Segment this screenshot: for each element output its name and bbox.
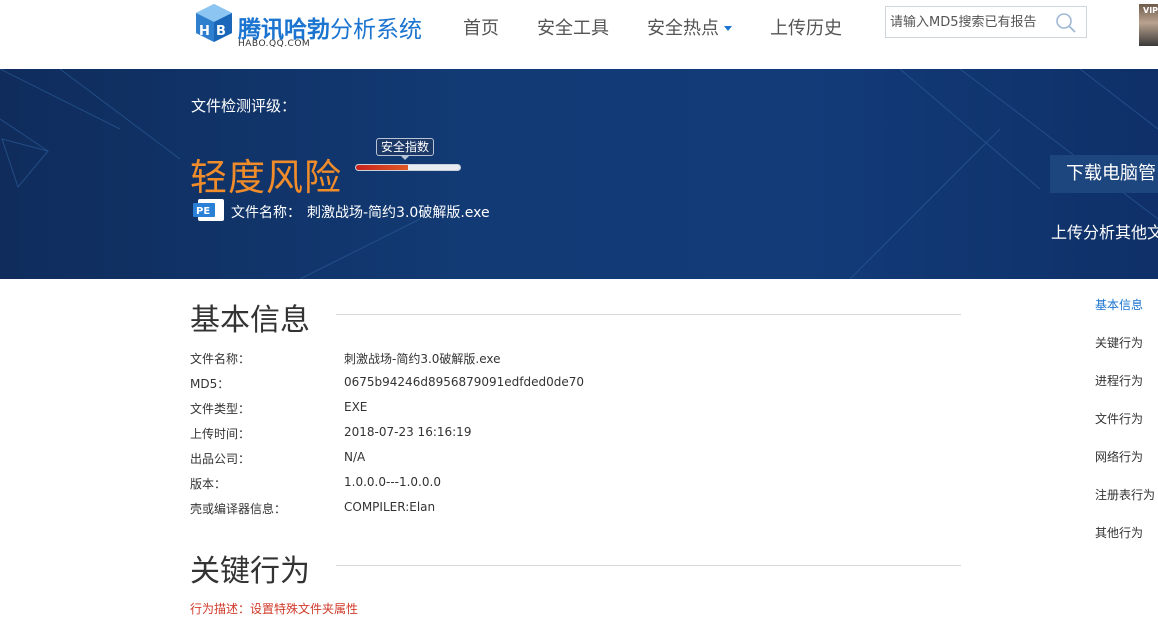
info-row-compiler: 壳或编译器信息： COMPILER:Elan xyxy=(190,500,890,520)
upload-other-file-link[interactable]: 上传分析其他文 xyxy=(1051,219,1158,243)
nav-item-label: 安全工具 xyxy=(537,18,609,39)
md5-search-input[interactable] xyxy=(890,13,1050,31)
main-nav: 首页 安全工具 安全热点 上传历史 xyxy=(463,14,880,40)
side-nav-network-behavior[interactable]: 网络行为 xyxy=(1095,448,1143,465)
risk-level: 轻度风险 xyxy=(190,156,342,199)
info-row-file-name: 文件名称： 刺激战场-简约3.0破解版.exe xyxy=(190,350,890,370)
info-key: 上传时间： xyxy=(190,427,251,441)
nav-item-security-tools[interactable]: 安全工具 xyxy=(537,14,609,40)
side-nav-registry-behavior[interactable]: 注册表行为 xyxy=(1095,486,1155,503)
basic-info-divider xyxy=(336,314,961,315)
svg-text:H: H xyxy=(199,24,210,39)
vip-badge: VIP xyxy=(1143,6,1158,15)
info-value: 1.0.0.0---1.0.0.0 xyxy=(344,475,441,489)
safety-index-meter xyxy=(355,164,461,171)
side-nav-process-behavior[interactable]: 进程行为 xyxy=(1095,372,1143,389)
logo-subtitle: HABO.QQ.COM xyxy=(238,39,311,49)
info-value: 2018-07-23 16:16:19 xyxy=(344,425,472,439)
search-box xyxy=(885,6,1087,38)
info-key: 版本： xyxy=(190,477,227,491)
detection-banner: 文件检测评级： 轻度风险 安全指数 PE 文件名称： 刺激战场-简约3.0破解版.… xyxy=(0,69,1158,279)
nav-item-label: 安全热点 xyxy=(647,18,719,39)
side-nav-file-behavior[interactable]: 文件行为 xyxy=(1095,410,1143,427)
pe-file-icon: PE xyxy=(193,199,224,221)
download-pc-manager-button[interactable]: 下载电脑管 xyxy=(1050,155,1158,193)
logo-title-rest: 分析系统 xyxy=(330,17,422,43)
file-name-value: 刺激战场-简约3.0破解版.exe xyxy=(307,205,490,221)
info-row-file-type: 文件类型： EXE xyxy=(190,400,890,420)
side-nav-other-behavior[interactable]: 其他行为 xyxy=(1095,524,1143,541)
banner-file-name: 文件名称： 刺激战场-简约3.0破解版.exe xyxy=(231,202,490,222)
habo-logo[interactable]: H B 腾讯哈勃分析系统 HABO.QQ.COM xyxy=(192,2,432,54)
info-key: 文件名称： xyxy=(190,352,251,366)
basic-info-title: 基本信息 xyxy=(190,303,310,338)
decorative-lines xyxy=(0,69,1158,279)
file-name-label: 文件名称： xyxy=(231,205,301,221)
info-value: EXE xyxy=(344,400,368,414)
svg-text:PE: PE xyxy=(196,206,210,217)
search-icon[interactable] xyxy=(1054,11,1078,35)
info-row-publisher: 出品公司： N/A xyxy=(190,450,890,470)
top-header: H B 腾讯哈勃分析系统 HABO.QQ.COM 首页 安全工具 安全热点 上传… xyxy=(0,0,1158,69)
cube-logo-icon: H B xyxy=(196,4,232,42)
nav-item-home[interactable]: 首页 xyxy=(463,14,499,40)
nav-item-label: 上传历史 xyxy=(770,18,842,39)
info-value: 刺激战场-简约3.0破解版.exe xyxy=(344,352,501,366)
caret-down-icon xyxy=(724,25,732,31)
key-behavior-divider xyxy=(336,565,961,566)
info-row-md5: MD5： 0675b94246d8956879091edfded0de70 xyxy=(190,375,890,395)
safety-index-fill xyxy=(356,165,408,170)
safety-index-tag: 安全指数 xyxy=(376,138,435,160)
info-key: 壳或编译器信息： xyxy=(190,502,287,516)
info-value: 0675b94246d8956879091edfded0de70 xyxy=(344,375,585,389)
nav-item-upload-history[interactable]: 上传历史 xyxy=(770,14,842,40)
rating-label: 文件检测评级： xyxy=(191,97,297,115)
side-nav-key-behavior[interactable]: 关键行为 xyxy=(1095,334,1143,351)
info-key: MD5： xyxy=(190,377,230,391)
side-nav-basic-info[interactable]: 基本信息 xyxy=(1095,296,1143,313)
info-row-upload-time: 上传时间： 2018-07-23 16:16:19 xyxy=(190,425,890,445)
info-key: 出品公司： xyxy=(190,452,251,466)
nav-item-label: 首页 xyxy=(463,18,499,39)
key-behavior-title: 关键行为 xyxy=(190,554,310,589)
info-value: COMPILER:Elan xyxy=(344,500,436,514)
info-key: 文件类型： xyxy=(190,402,251,416)
info-row-version: 版本： 1.0.0.0---1.0.0.0 xyxy=(190,475,890,495)
user-avatar[interactable]: VIP xyxy=(1139,4,1158,46)
info-value: N/A xyxy=(344,450,366,464)
svg-text:B: B xyxy=(216,24,226,39)
nav-item-security-hotspots[interactable]: 安全热点 xyxy=(647,14,732,40)
